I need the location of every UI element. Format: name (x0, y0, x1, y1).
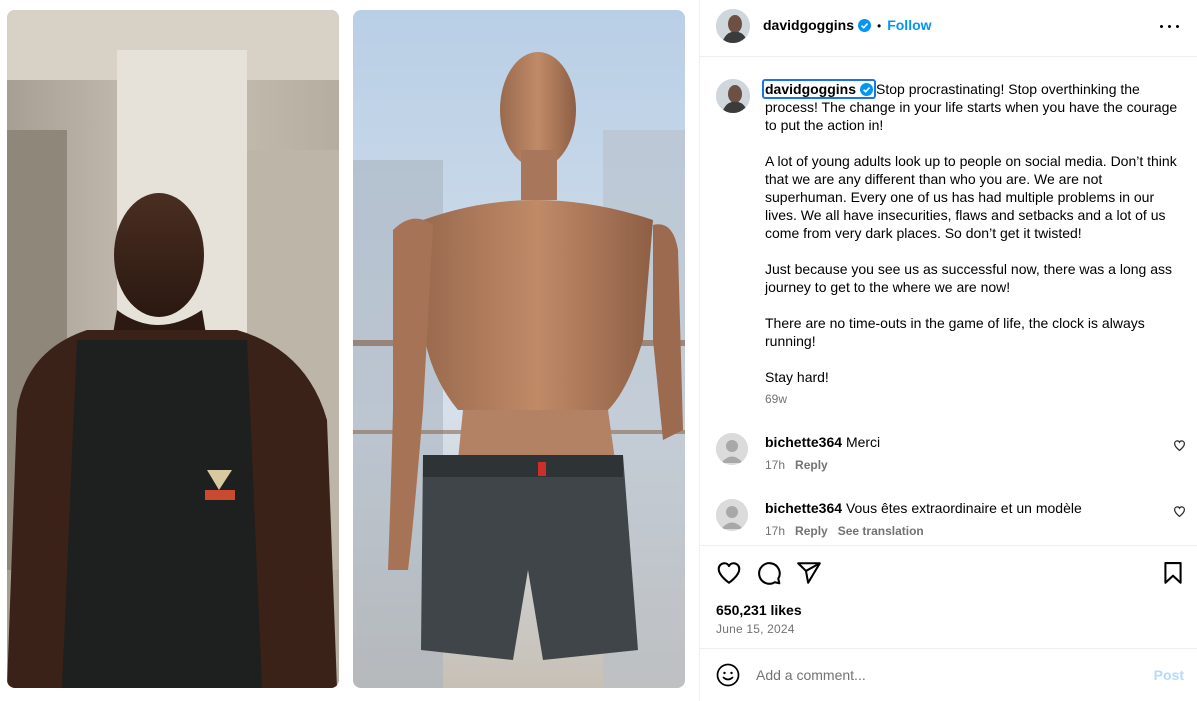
bookmark-icon[interactable] (1160, 560, 1186, 586)
comment-heart-icon[interactable] (1173, 439, 1186, 452)
reply-button[interactable]: Reply (795, 524, 828, 538)
add-comment-bar: Post (700, 649, 1197, 701)
caption-paragraph: A lot of young adults look up to people … (765, 153, 1177, 241)
comment-time[interactable]: 17h (765, 458, 785, 472)
comment-text: bichette364 Vous êtes extraordinaire et … (765, 499, 1082, 517)
paper-plane-icon[interactable] (796, 560, 822, 586)
post-actions: 650,231 likes June 15, 2024 (700, 545, 1197, 649)
likes-count[interactable]: 650,231 likes (716, 602, 802, 618)
post-side-panel: davidgoggins • Follow davidgoggins Stop pro… (699, 0, 1197, 701)
commenter-username[interactable]: bichette364 (765, 434, 842, 450)
post-header: davidgoggins • Follow (700, 0, 1197, 57)
see-translation-button[interactable]: See translation (838, 524, 924, 538)
comment-body: Merci (845, 434, 881, 450)
caption-paragraph: Stay hard! (765, 369, 829, 385)
verified-badge-icon (858, 19, 871, 32)
caption-avatar[interactable] (716, 79, 750, 113)
comment-bubble-icon[interactable] (756, 560, 782, 586)
emoji-icon[interactable] (716, 663, 740, 687)
comment-text: bichette364 Merci (765, 433, 880, 451)
follow-button[interactable]: Follow (887, 17, 931, 33)
more-options-icon[interactable] (1158, 18, 1182, 34)
comment-body: Vous êtes extraordinaire et un modèle (845, 500, 1082, 516)
caption-username[interactable]: davidgoggins (762, 79, 876, 99)
commenter-avatar[interactable] (716, 499, 748, 531)
author-avatar[interactable] (716, 9, 750, 43)
post-date[interactable]: June 15, 2024 (716, 622, 795, 636)
comment-item: bichette364 Merci 17h Reply (700, 433, 1197, 483)
comment-heart-icon[interactable] (1173, 505, 1186, 518)
post-media[interactable] (0, 0, 699, 701)
caption-paragraph: There are no time-outs in the game of li… (765, 315, 1145, 349)
separator-dot: • (877, 19, 882, 33)
comment-input[interactable] (756, 663, 1116, 687)
comments-section[interactable]: davidgoggins Stop procrastinating! Stop o… (700, 57, 1197, 545)
reply-button[interactable]: Reply (795, 458, 828, 472)
comment-time[interactable]: 17h (765, 524, 785, 538)
post-comment-button[interactable]: Post (1154, 667, 1184, 683)
heart-icon[interactable] (716, 560, 742, 586)
caption-paragraph: Just because you see us as successful no… (765, 261, 1173, 295)
comment-meta: 17h Reply (765, 458, 828, 472)
caption-text: davidgoggins Stop procrastinating! Stop o… (762, 79, 1183, 404)
before-photo (7, 10, 339, 688)
after-photo (353, 10, 685, 688)
comment-item: bichette364 Vous êtes extraordinaire et … (700, 499, 1197, 545)
author-row: davidgoggins • Follow (763, 17, 932, 33)
verified-badge-icon (860, 83, 873, 96)
commenter-username[interactable]: bichette364 (765, 500, 842, 516)
comment-meta: 17h Reply See translation (765, 524, 924, 538)
caption-timestamp[interactable]: 69w (765, 392, 787, 406)
author-username[interactable]: davidgoggins (763, 17, 854, 33)
commenter-avatar[interactable] (716, 433, 748, 465)
